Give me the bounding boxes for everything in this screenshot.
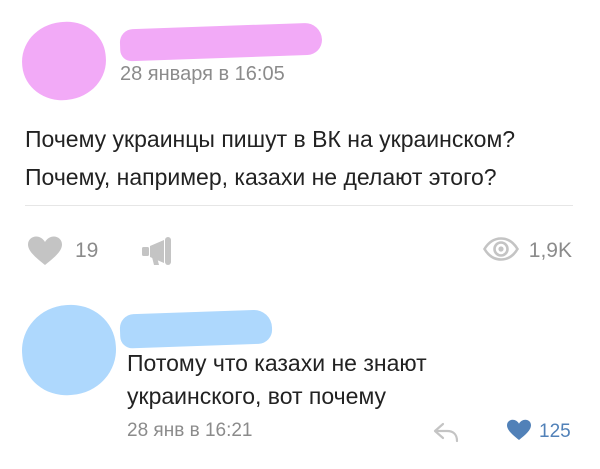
post-like-button[interactable]: 19 <box>27 236 98 266</box>
comment-date[interactable]: 28 янв в 16:21 <box>127 420 253 442</box>
post-views: 1,9K <box>482 236 572 266</box>
comment-text: Потому что казахи не знают украинского, … <box>127 347 587 413</box>
reply-arrow-icon <box>433 422 459 447</box>
post-date[interactable]: 28 января в 16:05 <box>120 63 285 86</box>
post-divider <box>25 205 573 206</box>
eye-icon <box>482 236 519 266</box>
comment-like-button[interactable]: 125 <box>506 419 571 446</box>
post-views-count: 1,9K <box>528 239 572 262</box>
megaphone-icon <box>142 237 176 270</box>
post-text-line: Почему, например, казахи не делают этого… <box>25 164 497 190</box>
heart-icon <box>506 419 532 446</box>
share-button[interactable] <box>142 236 176 266</box>
comment-text-line: украинского, вот почему <box>127 383 387 409</box>
post-text-line: Почему украинцы пишут в ВК на украинском… <box>25 126 516 152</box>
post-author-name-redacted[interactable] <box>119 22 323 62</box>
comment-author-avatar[interactable] <box>18 301 120 399</box>
heart-icon <box>27 236 63 266</box>
comment-author-name-redacted[interactable] <box>119 309 273 349</box>
post-text: Почему украинцы пишут в ВК на украинском… <box>25 120 585 196</box>
post-author-avatar[interactable] <box>18 17 110 105</box>
comment-like-count: 125 <box>539 421 571 442</box>
reply-button[interactable] <box>433 421 459 443</box>
post-like-count: 19 <box>75 239 99 262</box>
comment-text-line: Потому что казахи не знают <box>127 350 427 376</box>
